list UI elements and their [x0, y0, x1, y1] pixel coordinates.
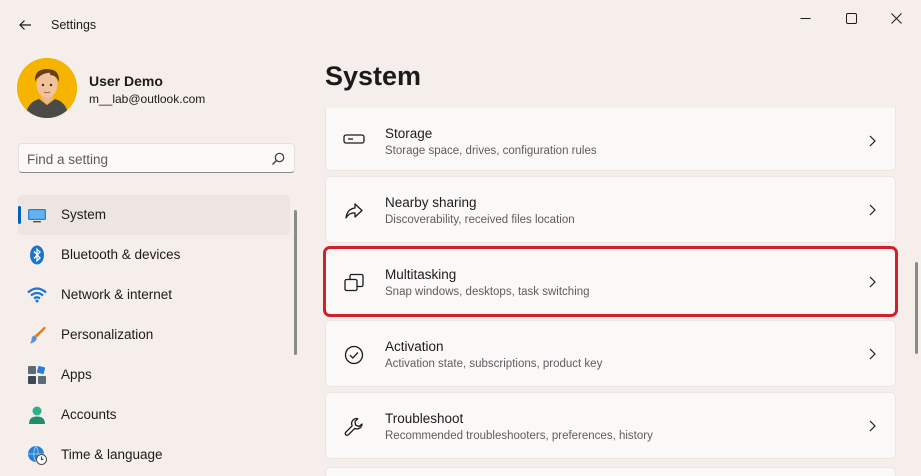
- sidebar-item-label: Accounts: [61, 407, 117, 422]
- card-title: Nearby sharing: [385, 195, 477, 210]
- sidebar-item-system[interactable]: System: [18, 195, 290, 235]
- sidebar-item-time-language[interactable]: Time & language: [18, 435, 290, 475]
- title-bar: Settings: [0, 0, 921, 48]
- sidebar-item-bluetooth[interactable]: Bluetooth & devices: [18, 235, 290, 275]
- card-title: Storage: [385, 126, 433, 141]
- sidebar-item-apps[interactable]: Apps: [18, 355, 290, 395]
- sidebar-item-network[interactable]: Network & internet: [18, 275, 290, 315]
- minimize-icon: [800, 17, 810, 19]
- sidebar-nav: System Bluetooth & devices Network & int…: [18, 195, 290, 475]
- card-subtitle: Recommended troubleshooters, preferences…: [385, 430, 653, 442]
- user-name: User Demo: [89, 73, 163, 89]
- back-button[interactable]: [10, 10, 40, 40]
- storage-card[interactable]: Storage Storage space, drives, configura…: [325, 108, 896, 171]
- sidebar-item-personalization[interactable]: Personalization: [18, 315, 290, 355]
- person-icon: [27, 405, 47, 425]
- bluetooth-icon: [27, 245, 47, 265]
- activation-card[interactable]: Activation Activation state, subscriptio…: [325, 320, 896, 387]
- troubleshoot-card[interactable]: Troubleshoot Recommended troubleshooters…: [325, 392, 896, 459]
- multitasking-icon: [343, 272, 365, 294]
- share-icon: [343, 200, 365, 222]
- sidebar-item-label: Bluetooth & devices: [61, 247, 181, 262]
- maximize-icon: [845, 12, 857, 24]
- card-title: Activation: [385, 339, 444, 354]
- card-subtitle: Storage space, drives, configuration rul…: [385, 145, 597, 157]
- check-circle-icon: [343, 344, 365, 366]
- card-title: Multitasking: [385, 267, 457, 282]
- sidebar-scrollbar[interactable]: [294, 210, 297, 355]
- next-card-partial[interactable]: [325, 467, 896, 476]
- sidebar-item-label: Time & language: [61, 447, 163, 462]
- main-scrollbar[interactable]: [915, 262, 918, 354]
- card-title: Troubleshoot: [385, 411, 464, 426]
- search-box[interactable]: [18, 143, 295, 173]
- avatar[interactable]: [17, 58, 77, 118]
- back-arrow-icon: [19, 20, 31, 30]
- chevron-right-icon: [869, 420, 876, 432]
- multitasking-card[interactable]: Multitasking Snap windows, desktops, tas…: [323, 246, 898, 317]
- card-subtitle: Discoverability, received files location: [385, 214, 575, 226]
- sidebar-item-label: Personalization: [61, 327, 154, 342]
- card-subtitle: Snap windows, desktops, task switching: [385, 286, 590, 298]
- settings-list: Storage Storage space, drives, configura…: [323, 108, 898, 464]
- monitor-icon: [27, 205, 47, 225]
- selection-indicator: [18, 206, 21, 224]
- wrench-icon: [343, 416, 365, 438]
- page-title: System: [325, 61, 422, 91]
- sidebar-item-label: Apps: [61, 367, 92, 382]
- user-email: m__lab@outlook.com: [89, 92, 206, 106]
- minimize-button[interactable]: [783, 2, 827, 34]
- search-icon[interactable]: [271, 152, 285, 166]
- sidebar-item-label: System: [61, 207, 107, 222]
- sidebar-item-accounts[interactable]: Accounts: [18, 395, 290, 435]
- chevron-right-icon: [869, 348, 876, 360]
- storage-drive-icon: [343, 128, 365, 150]
- card-subtitle: Activation state, subscriptions, product…: [385, 358, 603, 370]
- search-input[interactable]: [27, 150, 257, 168]
- close-icon: [890, 12, 902, 24]
- nearby-sharing-card[interactable]: Nearby sharing Discoverability, received…: [325, 176, 896, 243]
- wifi-icon: [27, 285, 47, 305]
- close-button[interactable]: [874, 2, 918, 34]
- chevron-right-icon: [869, 135, 876, 147]
- chevron-right-icon: [869, 204, 876, 216]
- sidebar-item-label: Network & internet: [61, 287, 173, 302]
- brush-icon: [27, 325, 47, 345]
- apps-icon: [27, 365, 47, 385]
- app-title: Settings: [51, 18, 97, 32]
- chevron-right-icon: [869, 276, 876, 288]
- globe-clock-icon: [27, 445, 47, 465]
- avatar-image: [17, 58, 77, 118]
- maximize-button[interactable]: [829, 2, 873, 34]
